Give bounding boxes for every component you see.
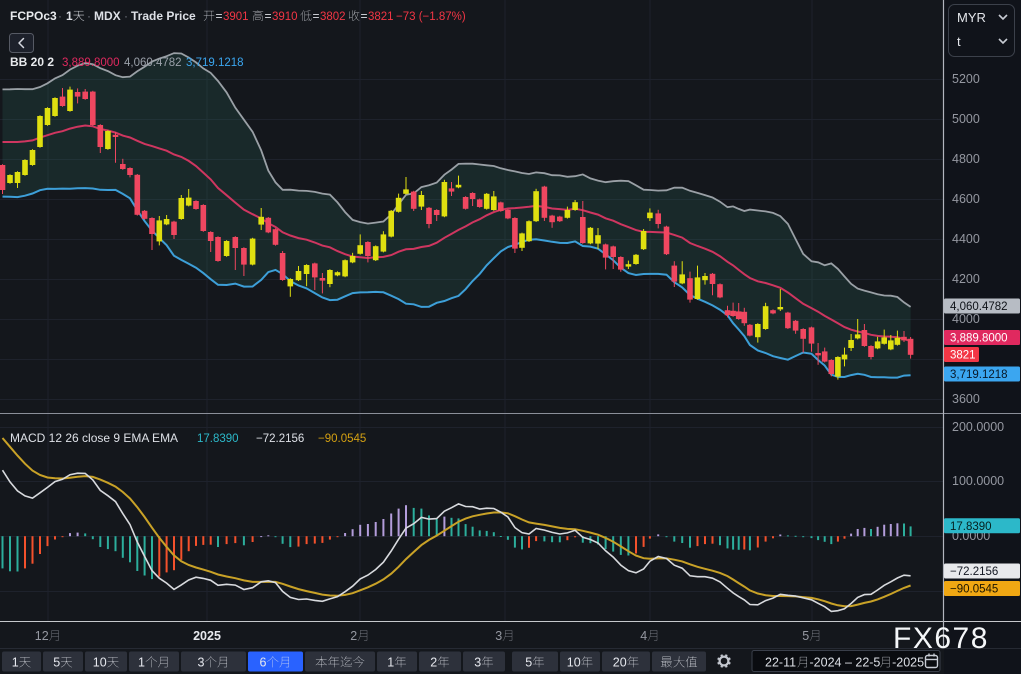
svg-text:·: · — [87, 9, 91, 23]
svg-text:17.8390: 17.8390 — [950, 521, 992, 533]
svg-text:20: 20 — [613, 656, 627, 670]
svg-text:1: 1 — [387, 656, 394, 670]
svg-text:FCPOc3: FCPOc3 — [10, 9, 57, 23]
svg-text:=: = — [313, 9, 320, 23]
svg-text:10: 10 — [567, 656, 581, 670]
svg-text:BB 20 2: BB 20 2 — [10, 55, 54, 69]
svg-text:1: 1 — [138, 656, 145, 670]
svg-text:3821: 3821 — [950, 350, 976, 362]
svg-text:3600: 3600 — [952, 392, 980, 406]
svg-text:Trade Price: Trade Price — [131, 9, 196, 23]
svg-text:3,889.8000: 3,889.8000 — [950, 333, 1008, 345]
svg-text:−73 (−1.87%): −73 (−1.87%) — [396, 11, 466, 23]
svg-text:5: 5 — [802, 629, 809, 643]
svg-text:5000: 5000 — [952, 112, 980, 126]
svg-text:3910: 3910 — [272, 11, 298, 23]
svg-text:200.0000: 200.0000 — [952, 420, 1004, 434]
svg-text:3,719.1218: 3,719.1218 — [186, 57, 244, 69]
svg-text:3,719.1218: 3,719.1218 — [950, 369, 1008, 381]
svg-text:·: · — [58, 9, 62, 23]
svg-text:3: 3 — [495, 629, 502, 643]
svg-text:-2024 – 22-5: -2024 – 22-5 — [810, 656, 881, 670]
svg-text:−90.0545: −90.0545 — [318, 433, 366, 445]
svg-text:4800: 4800 — [952, 152, 980, 166]
svg-text:12: 12 — [35, 629, 49, 643]
svg-text:=: = — [361, 9, 368, 23]
svg-text:3: 3 — [198, 656, 205, 670]
svg-text:−90.0545: −90.0545 — [950, 584, 998, 596]
svg-text:t: t — [957, 34, 961, 49]
svg-text:5: 5 — [53, 656, 60, 670]
svg-text:4200: 4200 — [952, 272, 980, 286]
svg-text:5: 5 — [525, 656, 532, 670]
svg-text:−72.2156: −72.2156 — [950, 566, 998, 578]
svg-text:MYR: MYR — [957, 10, 986, 25]
svg-text:3901: 3901 — [223, 11, 249, 23]
svg-text:6: 6 — [260, 656, 267, 670]
svg-text:100.0000: 100.0000 — [952, 474, 1004, 488]
svg-text:4600: 4600 — [952, 192, 980, 206]
svg-text:1: 1 — [12, 656, 19, 670]
svg-text:10: 10 — [93, 656, 107, 670]
svg-text:=: = — [265, 9, 272, 23]
svg-text:3: 3 — [474, 656, 481, 670]
svg-text:4,060.4782: 4,060.4782 — [124, 57, 182, 69]
svg-text:-2025: -2025 — [892, 656, 924, 670]
svg-text:2: 2 — [350, 629, 357, 643]
svg-text:4400: 4400 — [952, 232, 980, 246]
svg-text:4,060.4782: 4,060.4782 — [950, 301, 1008, 313]
svg-text:2025: 2025 — [193, 629, 221, 643]
svg-text:·: · — [124, 9, 128, 23]
svg-text:3,889.8000: 3,889.8000 — [62, 57, 120, 69]
svg-text:4000: 4000 — [952, 312, 980, 326]
svg-text:MDX: MDX — [94, 9, 121, 23]
svg-text:2: 2 — [430, 656, 437, 670]
svg-text:1: 1 — [66, 9, 73, 23]
svg-text:4: 4 — [640, 629, 647, 643]
svg-text:17.8390: 17.8390 — [197, 433, 239, 445]
svg-text:MACD 12 26 close 9 EMA EMA: MACD 12 26 close 9 EMA EMA — [10, 431, 178, 445]
svg-text:3802: 3802 — [320, 11, 346, 23]
svg-text:22-11: 22-11 — [765, 656, 796, 670]
svg-text:=: = — [216, 9, 223, 23]
svg-text:3821: 3821 — [368, 11, 394, 23]
svg-text:−72.2156: −72.2156 — [256, 433, 304, 445]
svg-text:5200: 5200 — [952, 72, 980, 86]
